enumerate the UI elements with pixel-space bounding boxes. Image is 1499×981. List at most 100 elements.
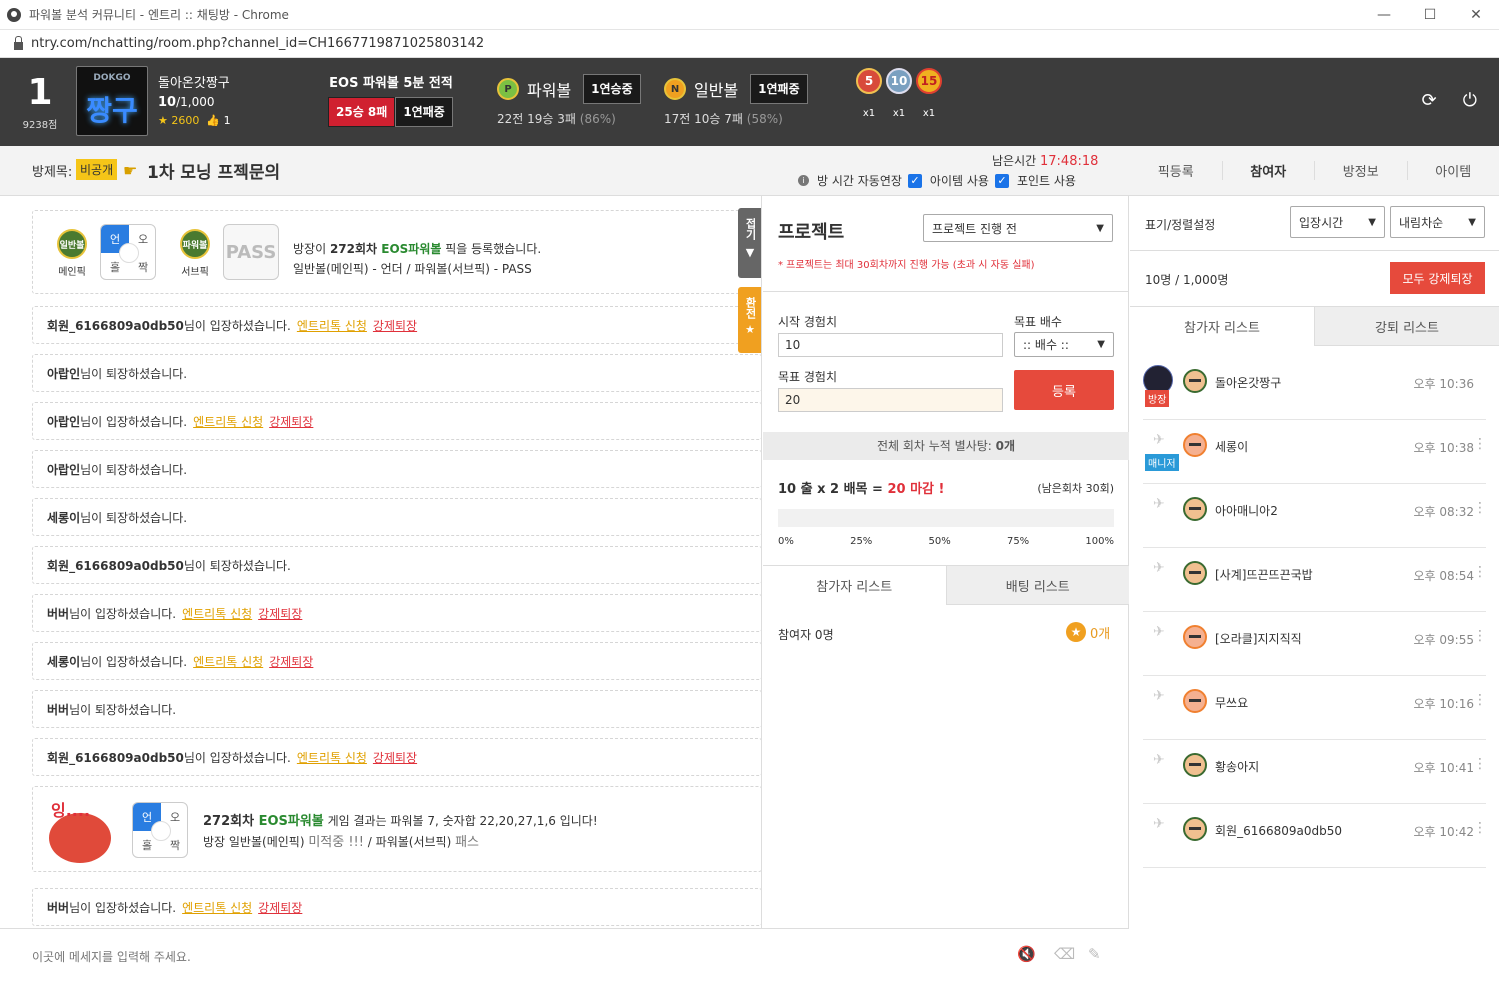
tab-betting-list[interactable]: 배팅 리스트 — [945, 565, 1129, 605]
pin-icon[interactable]: ✈ — [1153, 432, 1165, 448]
auto-extend-label[interactable]: 방 시간 자동연장 — [817, 172, 902, 189]
power-icon[interactable]: ⏻ — [1463, 90, 1477, 111]
user-name: 아아매니아2 — [1215, 504, 1278, 518]
user-name: [오라클]지지직직 — [1215, 632, 1302, 646]
sort-field-select[interactable]: 입장시간 ▼ — [1290, 206, 1385, 238]
username: 돌아온갓짱구 — [158, 76, 230, 91]
entry-talk-link[interactable]: 엔트리톡 신청 — [193, 415, 263, 429]
user-count: 10명 / 1,000명 — [1145, 273, 1229, 287]
close-button[interactable]: ✕ — [1453, 0, 1499, 30]
pin-icon[interactable]: ✈ — [1153, 816, 1165, 832]
eos-streak-badge: 1연패중 — [395, 97, 453, 127]
pick-text: 방장이 272회차 EOS파워볼 픽을 등록했습니다. 일반볼(메인픽) - 언… — [293, 242, 542, 276]
target-mult-select[interactable]: :: 배수 :: ▼ — [1014, 332, 1114, 357]
user-list-item[interactable]: ✈ [오라클]지지직직 오후 09:55 ⋮ — [1143, 612, 1487, 676]
eos-record-badge: 25승 8패 — [328, 97, 396, 127]
entry-talk-link[interactable]: 엔트리톡 신청 — [297, 751, 367, 765]
room-title: 1차 모닝 프젝문의 — [147, 163, 281, 183]
refresh-icon[interactable]: ⟳ — [1422, 90, 1437, 111]
user-face-icon — [1183, 497, 1207, 521]
target-mult-label: 목표 배수 — [1014, 315, 1062, 329]
kick-link[interactable]: 강제퇴장 — [373, 751, 417, 765]
more-options-icon[interactable]: ⋮ — [1473, 628, 1487, 644]
user-list-item[interactable]: ✈ 회원_6166809a0db50 오후 10:42 ⋮ — [1143, 804, 1487, 868]
chevron-down-icon: ▼ — [1097, 339, 1105, 350]
eraser-icon[interactable]: ⌫ — [1054, 945, 1075, 963]
users-tabs: 참가자 리스트 강퇴 리스트 — [1130, 306, 1499, 346]
entry-talk-link[interactable]: 엔트리톡 신청 — [182, 901, 252, 915]
more-options-icon[interactable]: ⋮ — [1473, 500, 1487, 516]
user-time: 오후 10:38 — [1413, 441, 1474, 455]
exchange-button[interactable]: 환전 ★ — [738, 287, 761, 353]
chat-message: 버버님이 입장하셨습니다. 엔트리톡 신청 강제퇴장 — [32, 594, 761, 632]
user-face-icon — [1183, 433, 1207, 457]
address-bar[interactable]: ntry.com/nchatting/room.php?channel_id=C… — [0, 30, 1499, 58]
point-use-checkbox[interactable]: ✓ — [994, 173, 1009, 188]
more-options-icon[interactable]: ⋮ — [1473, 436, 1487, 452]
project-status-select[interactable]: 프로젝트 진행 전 ▼ — [923, 214, 1113, 242]
pin-icon[interactable]: ✈ — [1153, 688, 1165, 704]
user-info: 돌아온갓짱구 10/1,000 ★ 2600 👍 1 — [158, 72, 231, 127]
eos-title: EOS 파워볼 5분 전적 — [329, 76, 453, 91]
user-list-item[interactable]: ✈ 매니저 세롱이 오후 10:38 ⋮ — [1143, 420, 1487, 484]
kick-all-button[interactable]: 모두 강제퇴장 — [1390, 262, 1485, 294]
kick-link[interactable]: 강제퇴장 — [258, 901, 302, 915]
user-name: 무쓰요 — [1215, 696, 1249, 710]
chat-area[interactable]: 일반볼 메인픽 언오홀짝 파워볼 서브픽 PASS 방장이 272회차 EOS파워볼… — [0, 196, 762, 928]
more-options-icon[interactable]: ⋮ — [1473, 564, 1487, 580]
tab-user-list[interactable]: 참가자 리스트 — [1130, 307, 1314, 346]
user-time: 오후 09:55 — [1413, 633, 1474, 647]
item-use-checkbox[interactable]: ✓ — [907, 173, 922, 188]
kick-link[interactable]: 강제퇴장 — [258, 607, 302, 621]
kick-link[interactable]: 강제퇴장 — [269, 655, 313, 669]
user-list-item[interactable]: ✈ [사계]뜨끈뜨끈국밥 오후 08:54 ⋮ — [1143, 548, 1487, 612]
tab-kicked-list[interactable]: 강퇴 리스트 — [1314, 307, 1499, 346]
target-exp-input[interactable]: 20 — [778, 388, 1003, 412]
more-options-icon[interactable]: ⋮ — [1473, 820, 1487, 836]
user-face-icon — [1183, 561, 1207, 585]
maximize-button[interactable]: ☐ — [1407, 0, 1453, 30]
avatar[interactable]: DOKGO 짱구 — [76, 66, 148, 136]
url-text[interactable]: ntry.com/nchatting/room.php?channel_id=C… — [31, 36, 484, 51]
lock-icon — [14, 35, 23, 50]
user-list-item[interactable]: ✈ 무쓰요 오후 10:16 ⋮ — [1143, 676, 1487, 740]
tab-room-info[interactable]: 방정보 — [1315, 161, 1408, 180]
star-count: ★ 0개 — [1066, 622, 1110, 642]
tab-participant-list[interactable]: 참가자 리스트 — [763, 565, 946, 605]
powerball-icon: 파워볼 — [180, 229, 210, 259]
target-exp-label: 목표 경험치 — [778, 370, 838, 384]
pin-icon[interactable]: ✈ — [1153, 624, 1165, 640]
entry-talk-link[interactable]: 엔트리톡 신청 — [193, 655, 263, 669]
kick-link[interactable]: 강제퇴장 — [373, 319, 417, 333]
user-name: 돌아온갓짱구 — [1215, 376, 1282, 390]
info-icon: i — [798, 175, 809, 186]
more-options-icon[interactable]: ⋮ — [1473, 756, 1487, 772]
minimize-button[interactable]: — — [1361, 0, 1407, 30]
mute-icon[interactable]: 🔇 — [1017, 945, 1036, 963]
chat-input-bar[interactable]: 이곳에 메세지를 입력해 주세요. 🔇 ⌫ ✎ — [0, 928, 1129, 981]
entry-talk-link[interactable]: 엔트리톡 신청 — [182, 607, 252, 621]
tab-items[interactable]: 아이템 — [1408, 161, 1499, 180]
user-list-item[interactable]: ✈ 황송아지 오후 10:41 ⋮ — [1143, 740, 1487, 804]
kick-link[interactable]: 강제퇴장 — [269, 415, 313, 429]
user-list-item[interactable]: 방장 돌아온갓짱구 오후 10:36 — [1143, 356, 1486, 420]
room-tabs: 픽등록 참여자 방정보 아이템 — [1130, 161, 1499, 180]
more-options-icon[interactable]: ⋮ — [1473, 692, 1487, 708]
sort-order-select[interactable]: 내림차순 ▼ — [1390, 206, 1485, 238]
normal-stats: N 일반볼 1연패중 17전 10승 7패 (58%) — [664, 74, 808, 127]
fold-button[interactable]: 접기 ▼ — [738, 208, 761, 278]
user-list-item[interactable]: ✈ 아아매니아2 오후 08:32 ⋮ — [1143, 484, 1487, 548]
powerball-sub: 22전 19승 3패 (86%) — [497, 112, 616, 126]
rank-block: 1 9238점 — [18, 70, 62, 131]
pin-icon[interactable]: ✈ — [1153, 752, 1165, 768]
tab-pick-register[interactable]: 픽등록 — [1130, 161, 1223, 180]
register-button[interactable]: 등록 — [1014, 370, 1114, 410]
magic-wand-icon[interactable]: ✎ — [1088, 945, 1101, 963]
pin-icon[interactable]: ✈ — [1153, 496, 1165, 512]
chat-input[interactable]: 이곳에 메세지를 입력해 주세요. — [32, 948, 191, 965]
entry-talk-link[interactable]: 엔트리톡 신청 — [297, 319, 367, 333]
triangle-down-icon: ▼ — [745, 246, 755, 259]
start-exp-input[interactable]: 10 — [778, 333, 1003, 357]
tab-participants[interactable]: 참여자 — [1223, 161, 1315, 180]
pin-icon[interactable]: ✈ — [1153, 560, 1165, 576]
